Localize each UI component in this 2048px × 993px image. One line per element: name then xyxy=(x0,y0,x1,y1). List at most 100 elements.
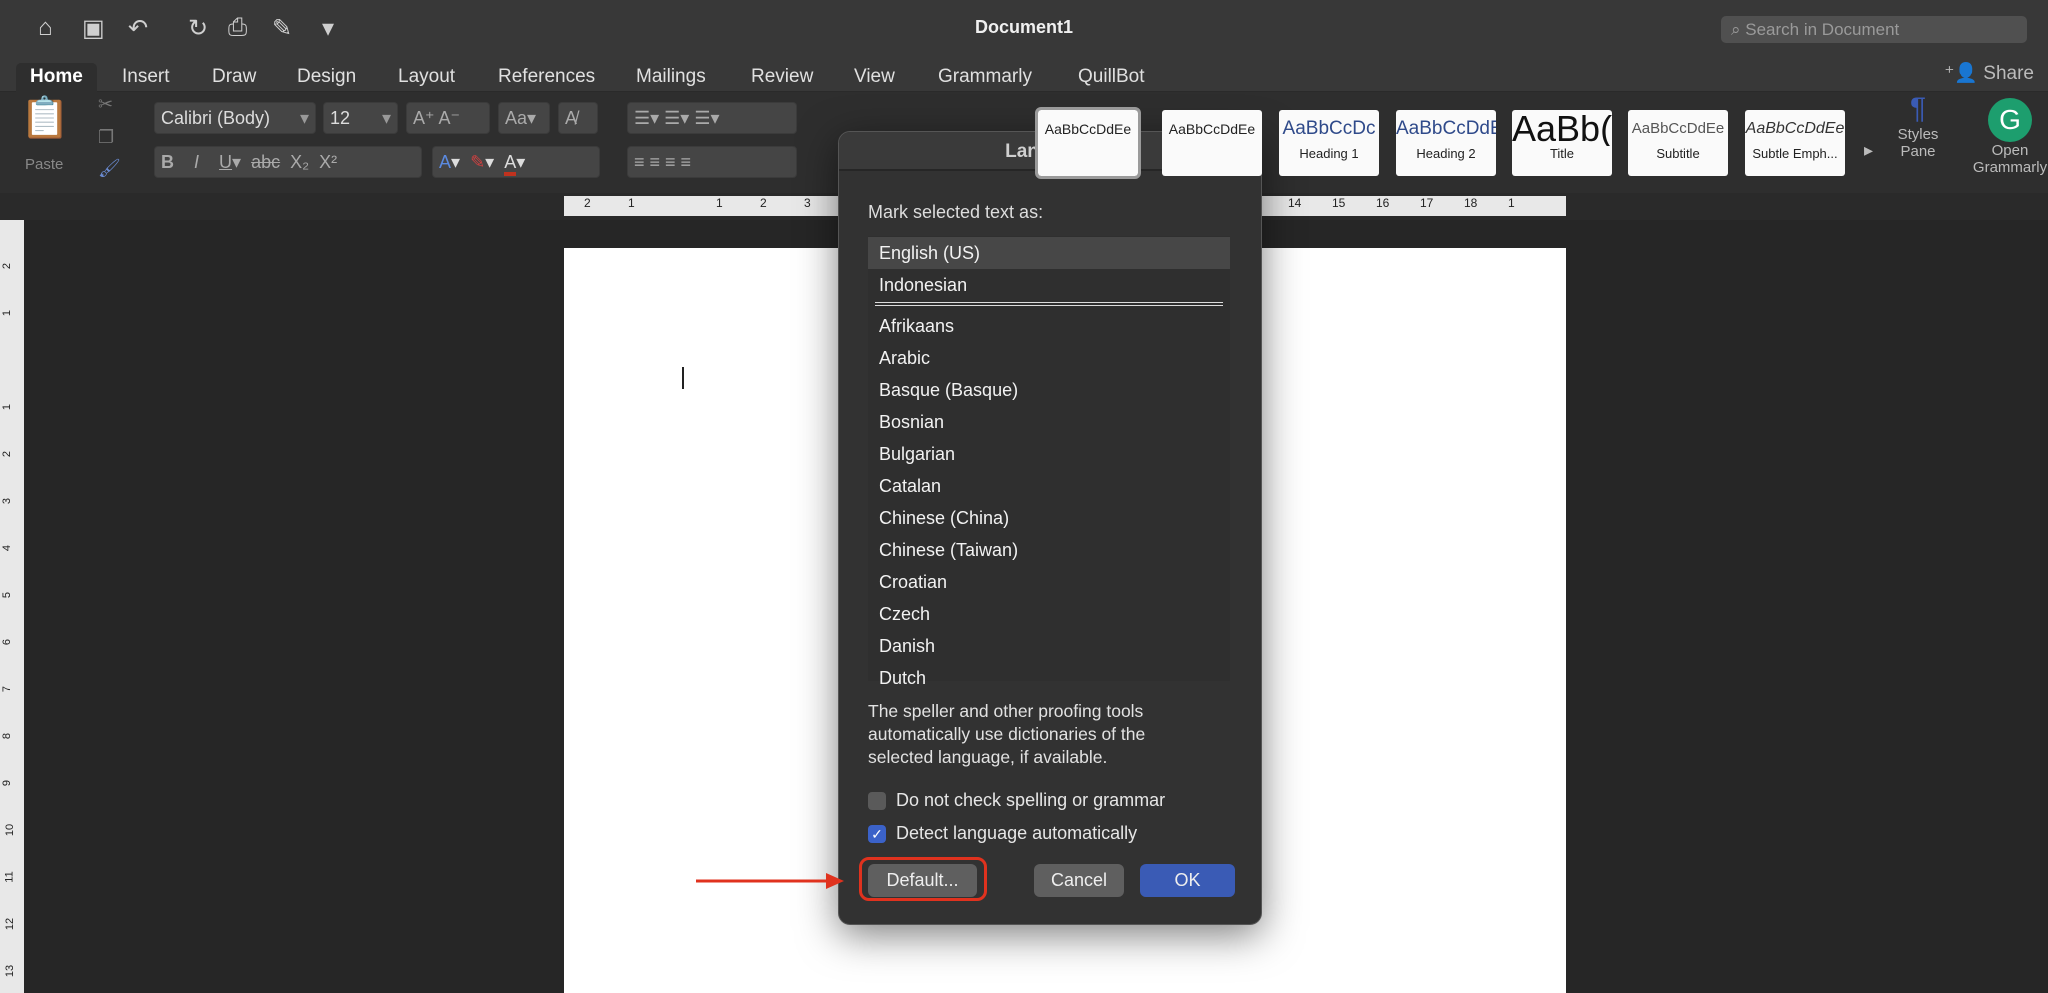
tab-home[interactable]: Home xyxy=(16,63,97,93)
cut-icon[interactable]: ✂ xyxy=(98,94,113,115)
edit-document-icon[interactable]: ✎ xyxy=(272,14,292,43)
alignment-buttons[interactable]: ≡ ≡ ≡ ≡ xyxy=(627,146,797,178)
font-name-select[interactable]: Calibri (Body) ▾ xyxy=(154,102,316,134)
style-normal[interactable]: AaBbCcDdEe xyxy=(1035,107,1141,179)
language-list[interactable]: English (US) Indonesian Afrikaans Arabic Bas… xyxy=(868,236,1230,688)
clear-formatting-icon[interactable]: A̸ xyxy=(558,102,598,134)
style-heading-2[interactable]: AaBbCcDdEe Heading 2 xyxy=(1396,110,1496,176)
tab-draw[interactable]: Draw xyxy=(198,63,270,91)
ruler-number: 1 xyxy=(1,309,14,317)
open-grammarly-button[interactable]: G Open Grammarly xyxy=(1970,98,2048,176)
checkmark-icon[interactable]: ✓ xyxy=(868,824,886,843)
language-option[interactable]: Chinese (China) xyxy=(868,502,1230,534)
text-color-buttons[interactable]: A▾ ✎▾ A▾ xyxy=(432,146,600,178)
superscript-button[interactable]: X² xyxy=(319,152,337,172)
style-name: Subtle Emph... xyxy=(1752,146,1838,161)
language-option[interactable]: Indonesian xyxy=(868,269,1230,301)
redo-icon[interactable]: ↻ xyxy=(188,14,208,43)
mark-selected-label: Mark selected text as: xyxy=(868,202,1044,222)
ruler-number: 1 xyxy=(628,196,635,210)
language-option[interactable]: Czech xyxy=(868,598,1230,630)
tab-layout[interactable]: Layout xyxy=(384,63,469,91)
paste-icon[interactable]: 📋 xyxy=(20,94,70,141)
tab-design[interactable]: Design xyxy=(283,63,370,91)
grow-shrink-font-buttons[interactable]: A⁺ A⁻ xyxy=(406,102,490,134)
checkbox-label: Do not check spelling or grammar xyxy=(896,790,1166,810)
ruler-number: 5 xyxy=(1,591,14,599)
do-not-check-spelling-checkbox[interactable]: Do not check spelling or grammar xyxy=(868,790,1165,811)
styles-pane-label2: Pane xyxy=(1900,143,1936,160)
style-subtitle[interactable]: AaBbCcDdEe Subtitle xyxy=(1628,110,1728,176)
tab-insert[interactable]: Insert xyxy=(108,63,184,91)
text-effects-icon[interactable]: A xyxy=(439,152,451,172)
home-icon[interactable]: ⌂ xyxy=(38,14,53,42)
language-option[interactable]: Afrikaans xyxy=(868,310,1230,342)
save-icon[interactable]: ▣ xyxy=(82,14,105,43)
language-option[interactable]: Dutch xyxy=(868,662,1230,694)
language-option[interactable]: Croatian xyxy=(868,566,1230,598)
font-style-buttons[interactable]: B I U▾ abc X₂ X² xyxy=(154,146,422,178)
ok-button[interactable]: OK xyxy=(1140,864,1235,897)
format-painter-icon[interactable]: 🖌 xyxy=(98,158,121,179)
change-case-button[interactable]: Aa▾ xyxy=(498,102,550,134)
ruler-number: 18 xyxy=(1464,196,1478,210)
language-option[interactable]: Bulgarian xyxy=(868,438,1230,470)
underline-button[interactable]: U xyxy=(219,152,232,172)
proofing-description: The speller and other proofing tools aut… xyxy=(868,701,1146,767)
ruler-number: 3 xyxy=(804,196,811,210)
ruler-number: 1 xyxy=(1,403,14,411)
strikethrough-button[interactable]: abc xyxy=(251,152,280,172)
ribbon-tabs: Home Insert Draw Design Layout References Mail… xyxy=(0,57,2048,93)
styles-pane-label1: Styles xyxy=(1897,126,1939,143)
cancel-button[interactable]: Cancel xyxy=(1034,864,1124,897)
ruler-number: 6 xyxy=(1,638,14,646)
styles-pane-icon: ¶ xyxy=(1909,92,1927,125)
italic-button[interactable]: I xyxy=(194,152,199,172)
language-option[interactable]: Arabic xyxy=(868,342,1230,374)
style-name: Title xyxy=(1549,146,1575,161)
ruler-number: 16 xyxy=(1376,196,1390,210)
share-button[interactable]: ⁺👤 Share xyxy=(1944,61,2034,85)
tab-view[interactable]: View xyxy=(840,63,909,91)
customize-icon[interactable]: ▾ xyxy=(322,14,334,43)
style-subtle-emph-[interactable]: AaBbCcDdEe Subtle Emph... xyxy=(1745,110,1845,176)
style-no-spacing[interactable]: AaBbCcDdEe xyxy=(1162,110,1262,176)
language-option[interactable]: Bosnian xyxy=(868,406,1230,438)
checkbox-unchecked-icon[interactable] xyxy=(868,791,886,810)
list-buttons[interactable]: ☰▾ ☰▾ ☰▾ xyxy=(627,102,797,134)
language-option[interactable]: Basque (Basque) xyxy=(868,374,1230,406)
tab-grammarly[interactable]: Grammarly xyxy=(924,63,1046,91)
language-option[interactable]: English (US) xyxy=(868,237,1230,269)
undo-icon[interactable]: ↶ xyxy=(128,14,148,43)
language-option[interactable]: Catalan xyxy=(868,470,1230,502)
style-preview: AaBbCcDdEe xyxy=(1631,120,1725,137)
share-label: Share xyxy=(1983,63,2034,84)
copy-icon[interactable]: ❐ xyxy=(98,127,114,148)
tab-mailings[interactable]: Mailings xyxy=(622,63,720,91)
subscript-button[interactable]: X₂ xyxy=(290,152,309,172)
ruler-number: 4 xyxy=(1,544,14,552)
ruler-number: 13 xyxy=(4,964,17,978)
font-size-select[interactable]: 12 ▾ xyxy=(323,102,398,134)
bold-button[interactable]: B xyxy=(161,152,174,172)
font-color-icon[interactable]: A xyxy=(504,152,517,176)
styles-pane-button[interactable]: ¶ Styles Pane xyxy=(1893,92,1943,160)
style-preview: AaBbCcDdEe xyxy=(1745,120,1845,137)
styles-next-icon[interactable]: ▸ xyxy=(1864,140,1873,161)
language-option[interactable]: Chinese (Taiwan) xyxy=(868,534,1230,566)
print-icon[interactable]: ⎙ xyxy=(228,14,247,42)
tab-quillbot[interactable]: QuillBot xyxy=(1064,63,1159,91)
detect-language-checkbox[interactable]: ✓ Detect language automatically xyxy=(868,823,1137,844)
style-name: Heading 2 xyxy=(1416,146,1476,161)
style-title[interactable]: AaBb(Title xyxy=(1512,110,1612,176)
vertical-ruler[interactable]: 2 1 1 2 3 4 5 6 7 8 9 10 11 12 13 xyxy=(0,220,24,993)
checkbox-label: Detect language automatically xyxy=(896,823,1138,843)
search-input[interactable]: ⌕ Search in Document xyxy=(1721,16,2027,43)
style-heading-1[interactable]: AaBbCcDc Heading 1 xyxy=(1279,110,1379,176)
tab-review[interactable]: Review xyxy=(737,63,827,91)
tab-references[interactable]: References xyxy=(484,63,609,91)
language-option[interactable]: Danish xyxy=(868,630,1230,662)
ruler-number: 12 xyxy=(4,917,17,931)
font-size: 12 xyxy=(330,108,351,128)
highlight-icon[interactable]: ✎ xyxy=(470,152,485,172)
